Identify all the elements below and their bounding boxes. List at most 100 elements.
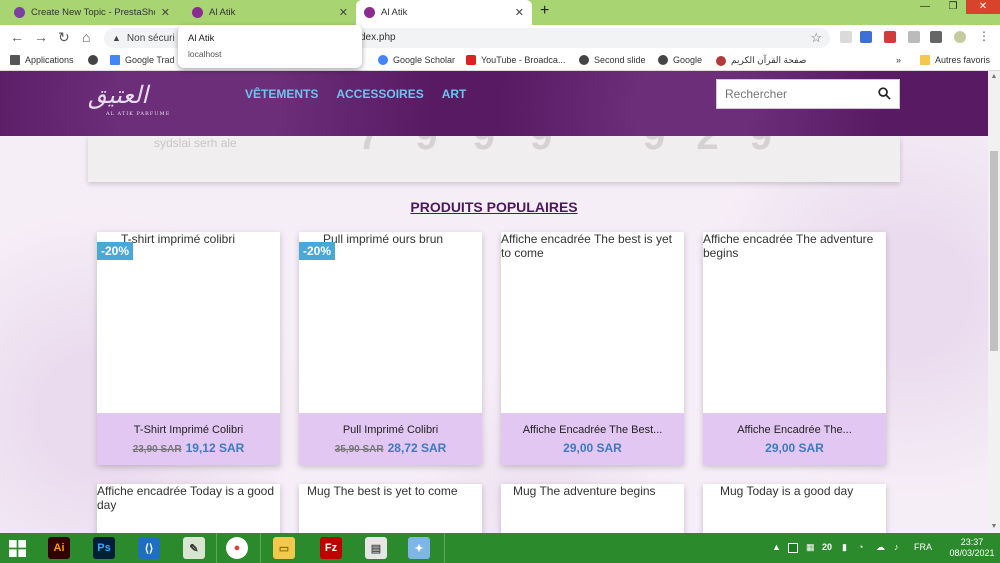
tray-network-icon[interactable]: ▦ [806, 542, 815, 553]
vscode-icon[interactable]: ⟨⟩ [138, 537, 160, 559]
bookmark-google[interactable]: Google [658, 55, 702, 65]
tab-prestashop[interactable]: Create New Topic - PrestaShop F ✕ [6, 0, 178, 25]
chrome-icon[interactable]: ● [226, 537, 248, 559]
tab-strip: Create New Topic - PrestaShop F ✕ Al Ati… [0, 0, 1000, 25]
system-clock[interactable]: 23:37 08/03/2021 [948, 537, 996, 559]
bookmark-globe[interactable] [88, 55, 103, 65]
tab-al-atik-active[interactable]: Al Atik ✕ [356, 0, 532, 25]
search-icon[interactable] [878, 87, 891, 100]
product-price: 28,72 SAR [387, 441, 447, 455]
product-price: 29,00 SAR [563, 441, 622, 455]
product-name[interactable]: Pull Imprimé Colibri [299, 424, 482, 436]
bookmarks-overflow-button[interactable]: » [896, 55, 901, 65]
bookmark-google-trad[interactable]: Google Trad [110, 55, 175, 65]
signal-icon[interactable]: ▮ [842, 542, 847, 553]
product-image[interactable]: Affiche encadrée The adventure begins [703, 232, 882, 260]
site-logo[interactable]: العتيق AL ATIK PARFUME [88, 81, 172, 123]
product-card[interactable]: T-shirt imprimé colibri -20% T-Shirt Imp… [97, 232, 280, 465]
photoshop-icon[interactable]: Ps [93, 537, 115, 559]
tab-title: Al Atik [381, 7, 408, 18]
search-input[interactable] [717, 80, 867, 108]
bookmark-google-scholar[interactable]: Google Scholar [378, 55, 455, 65]
globe-icon [88, 55, 98, 65]
battery-level-icon[interactable]: 20 [822, 542, 832, 552]
section-title[interactable]: PRODUITS POPULAIRES [0, 199, 988, 215]
security-status[interactable]: Non sécuri [127, 33, 175, 44]
windows-start-icon[interactable] [9, 540, 26, 557]
star-icon[interactable]: ☆ [810, 30, 822, 46]
filezilla-icon[interactable]: Fz [320, 537, 342, 559]
product-name[interactable]: Affiche Encadrée The... [703, 424, 886, 436]
product-image[interactable]: Pull imprimé ours brun [323, 232, 478, 246]
puzzle-extensions-icon[interactable] [930, 31, 942, 43]
tab-close-icon[interactable]: ✕ [339, 6, 348, 19]
wifi-icon[interactable]: ◔ [858, 542, 863, 552]
tab-al-atik-1[interactable]: Al Atik ✕ [184, 0, 356, 25]
illustrator-icon[interactable]: Ai [48, 537, 70, 559]
product-image[interactable]: Mug Today is a good day [720, 484, 886, 498]
product-price: 19,12 SAR [185, 441, 245, 455]
bookmark-second-slide[interactable]: Second slide [579, 55, 646, 65]
other-bookmarks-folder[interactable]: Autres favoris [920, 55, 990, 65]
menu-item-art[interactable]: ART [442, 87, 467, 101]
product-image[interactable]: Mug The best is yet to come [307, 484, 482, 498]
menu-item-vetements[interactable]: VÊTEMENTS [245, 87, 318, 101]
speaker-icon[interactable]: ♪ [894, 542, 899, 552]
maximize-button[interactable]: ❐ [940, 0, 966, 14]
server-manager-icon[interactable]: ▤ [365, 537, 387, 559]
tray-app-icon[interactable] [788, 543, 798, 553]
product-info: Affiche Encadrée The... 29,00 SAR [703, 413, 886, 465]
scroll-down-icon[interactable]: ▼ [988, 521, 1000, 533]
scroll-up-icon[interactable]: ▲ [988, 71, 1000, 83]
product-info: Affiche Encadrée The Best... 29,00 SAR [501, 413, 684, 465]
warning-triangle-icon[interactable]: ▲ [112, 33, 121, 43]
product-card[interactable]: Mug Today is a good day [703, 484, 886, 533]
product-image[interactable]: T-shirt imprimé colibri [121, 232, 276, 246]
bookmark-label: Google Scholar [393, 55, 456, 65]
clipboard-extension-icon[interactable] [908, 31, 920, 43]
apps-grid-icon [10, 55, 20, 65]
tab-close-icon[interactable]: ✕ [515, 6, 524, 19]
pdf-extension-icon[interactable] [884, 31, 896, 43]
reader-icon[interactable] [840, 31, 852, 43]
featured-banner-card: sydslai serh ale 7 9 9 9 9 2 9 [88, 136, 900, 182]
product-name[interactable]: Affiche Encadrée The Best... [501, 424, 684, 436]
back-button[interactable]: ← [10, 29, 24, 45]
file-explorer-icon[interactable]: ▭ [273, 537, 295, 559]
menu-item-accessoires[interactable]: ACCESSOIRES [336, 87, 423, 101]
url-text[interactable]: dex.php [360, 32, 396, 43]
product-image[interactable]: Affiche encadrée The best is yet to come [501, 232, 680, 260]
scrollbar-thumb[interactable] [990, 151, 998, 351]
banner-faded-text: sydslai serh ale [154, 136, 237, 150]
page-scrollbar[interactable]: ▲ ▼ [988, 71, 1000, 533]
product-name[interactable]: T-Shirt Imprimé Colibri [97, 424, 280, 436]
home-button[interactable]: ⌂ [82, 29, 90, 45]
bookmark-youtube[interactable]: YouTube - Broadca... [466, 55, 565, 65]
product-card[interactable]: Affiche encadrée The best is yet to come… [501, 232, 684, 465]
forward-button[interactable]: → [34, 29, 48, 45]
minimize-button[interactable]: — [912, 0, 938, 14]
extension-icon[interactable] [860, 31, 872, 43]
logo-subtext: AL ATIK PARFUME [106, 111, 171, 117]
new-tab-button[interactable]: + [540, 2, 549, 20]
profile-avatar-icon[interactable] [954, 31, 966, 43]
tab-close-icon[interactable]: ✕ [161, 6, 170, 19]
paint-icon[interactable]: ✦ [408, 537, 430, 559]
language-indicator[interactable]: FRA [914, 542, 932, 552]
bookmark-quran[interactable]: صفحة القرآن الكريم [716, 55, 806, 66]
cloud-icon[interactable]: ☁ [876, 542, 885, 553]
kebab-menu-icon[interactable]: ⋮ [978, 29, 990, 43]
discount-badge: -20% [299, 242, 336, 260]
product-card[interactable]: Mug The adventure begins [501, 484, 684, 533]
product-card[interactable]: Pull imprimé ours brun -20% Pull Imprimé… [299, 232, 482, 465]
tray-overflow-icon[interactable]: ▲ [772, 542, 781, 552]
product-card[interactable]: Affiche encadrée The adventure begins Af… [703, 232, 886, 465]
product-card[interactable]: Mug The best is yet to come [299, 484, 482, 533]
reload-button[interactable]: ↻ [58, 29, 70, 46]
bookmark-applications[interactable]: Applications [10, 55, 74, 65]
product-image[interactable]: Mug The adventure begins [513, 484, 684, 498]
product-image[interactable]: Affiche encadrée Today is a good day [97, 484, 280, 512]
notepad-icon[interactable]: ✎ [183, 537, 205, 559]
close-window-button[interactable]: ✕ [966, 0, 1000, 14]
product-card[interactable]: Affiche encadrée Today is a good day [97, 484, 280, 533]
